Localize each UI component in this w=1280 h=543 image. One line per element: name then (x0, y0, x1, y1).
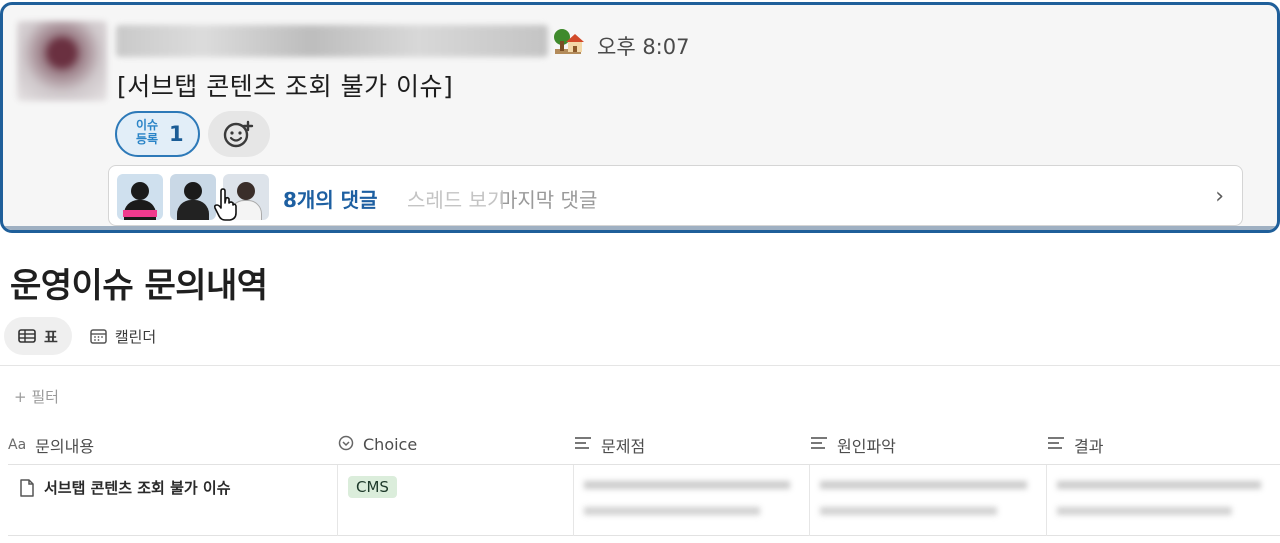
add-emoji-icon (223, 120, 254, 148)
sender-avatar[interactable] (17, 21, 107, 101)
calendar-icon (90, 329, 107, 344)
house-tree-icon (554, 29, 584, 54)
table-header: Aa 문의내용 Choice 문제점 원인파악 결과 (8, 424, 1280, 465)
redacted-text (1057, 477, 1270, 523)
issue-registered-emoji: 이슈 등록 (135, 118, 159, 146)
message-text: [서브탭 콘텐츠 조회 불가 이슈] (117, 72, 454, 101)
last-reply-label: 마지막 댓글 (499, 188, 598, 212)
table-icon (18, 329, 36, 343)
add-filter-button[interactable]: + 필터 (14, 386, 59, 407)
reply-avatar (170, 174, 216, 220)
text-lines-icon (1047, 436, 1065, 454)
page-title: 운영이슈 문의내역 (10, 266, 268, 306)
message-timestamp[interactable]: 오후 8:07 (597, 31, 689, 61)
column-header-cause[interactable]: 원인파악 (810, 424, 1047, 465)
cell-cause[interactable] (810, 465, 1047, 536)
text-lines-icon (574, 436, 592, 454)
redacted-text (820, 477, 1036, 523)
hand-cursor-icon (213, 188, 237, 221)
sender-name-redacted (116, 25, 548, 57)
reply-count[interactable]: 8개의 댓글 (283, 184, 377, 213)
tab-calendar-label: 캘린더 (114, 327, 157, 346)
column-header-inquiry[interactable]: Aa 문의내용 (8, 424, 338, 465)
database-table: Aa 문의내용 Choice 문제점 원인파악 결과 서브탭 콘텐츠 조회 불가… (8, 424, 1280, 536)
text-property-icon: Aa (8, 436, 27, 453)
plus-icon: + (14, 388, 32, 406)
choice-tag: CMS (348, 476, 397, 498)
column-label: 문의내용 (35, 436, 95, 456)
filter-label: 필터 (31, 388, 59, 406)
cell-inquiry[interactable]: 서브탭 콘텐츠 조회 불가 이슈 (8, 465, 338, 536)
column-header-problem[interactable]: 문제점 (574, 424, 810, 465)
column-header-result[interactable]: 결과 (1047, 424, 1280, 465)
page-icon (20, 478, 34, 497)
reply-avatar (117, 174, 163, 220)
column-label: 결과 (1074, 436, 1104, 456)
cell-result[interactable] (1047, 465, 1280, 536)
row-title[interactable]: 서브탭 콘텐츠 조회 불가 이슈 (20, 477, 231, 498)
reaction-chip[interactable]: 이슈 등록 1 (115, 111, 200, 157)
add-reaction-button[interactable] (208, 111, 270, 157)
view-tabs: 표 캘린더 (4, 317, 174, 355)
view-thread-overlay: 스레드 보기 (407, 188, 506, 212)
chevron-right-icon: › (1215, 184, 1224, 209)
redacted-text (584, 477, 799, 523)
row-title-text: 서브탭 콘텐츠 조회 불가 이슈 (44, 479, 231, 497)
thread-replies-bar[interactable]: 8개의 댓글 마지막 댓글 스레드 보기 › (108, 165, 1243, 226)
cell-problem[interactable] (574, 465, 810, 536)
column-header-choice[interactable]: Choice (338, 424, 574, 465)
cell-choice[interactable]: CMS (338, 465, 574, 536)
column-label: 원인파악 (837, 436, 896, 456)
table-row[interactable]: 서브탭 콘텐츠 조회 불가 이슈 CMS (8, 465, 1280, 536)
reaction-count: 1 (169, 122, 184, 146)
tab-table[interactable]: 표 (4, 317, 72, 355)
text-lines-icon (810, 436, 828, 454)
select-property-icon (338, 435, 354, 455)
toolbar-divider (0, 365, 1280, 366)
column-label: Choice (363, 435, 418, 454)
tab-table-label: 표 (44, 327, 58, 346)
slack-message-card[interactable]: 오후 8:07 [서브탭 콘텐츠 조회 불가 이슈] 이슈 등록 1 8개의 댓글… (0, 2, 1280, 233)
tab-calendar[interactable]: 캘린더 (76, 317, 170, 355)
column-label: 문제점 (601, 436, 646, 456)
